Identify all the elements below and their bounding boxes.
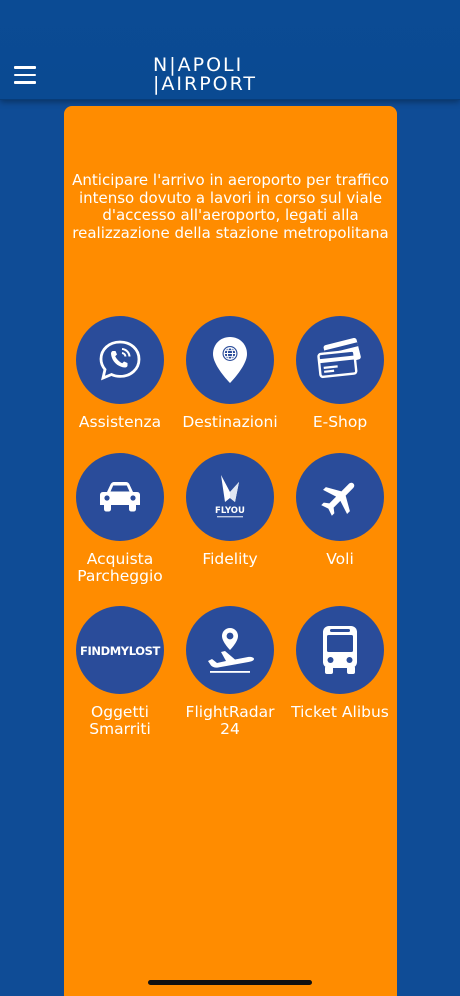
credit-cards-icon [317, 338, 361, 379]
airplane-icon [321, 482, 355, 516]
tile-circle [186, 606, 274, 694]
location-pin-globe-icon [213, 337, 247, 383]
tile-flightradar24[interactable]: FlightRadar 24 [174, 606, 286, 738]
tile-label: Voli [326, 550, 354, 568]
tile-circle [296, 316, 384, 404]
tile-label: Ticket Alibus [291, 703, 389, 721]
tile-label: E-Shop [312, 413, 368, 431]
tile-circle [296, 606, 384, 694]
tile-assistenza[interactable]: Assistenza [64, 316, 176, 431]
tile-circle [186, 316, 274, 404]
app-header: N|APOLI |AIRPORT [0, 0, 460, 100]
main-panel: Anticipare l'arrivo in aeroporto per tra… [64, 106, 397, 996]
flyou-logo-text: FLYOU [215, 506, 245, 516]
tile-voli[interactable]: Voli [284, 453, 396, 568]
napoli-airport-logo: N|APOLI |AIRPORT [153, 56, 315, 94]
tile-label: Destinazioni [182, 413, 278, 431]
tile-e-shop[interactable]: E-Shop [284, 316, 396, 431]
tile-label: Oggetti Smarriti [89, 703, 151, 738]
tile-label: Acquista Parcheggio [77, 550, 163, 585]
tile-fidelity[interactable]: FLYOU Fidelity [174, 453, 286, 568]
tile-ticket-alibus[interactable]: Ticket Alibus [284, 606, 396, 721]
tile-oggetti-smarriti[interactable]: FINDMYLOST Oggetti Smarriti [64, 606, 176, 738]
tile-circle: FLYOU [186, 453, 274, 541]
car-icon [100, 482, 140, 512]
hamburger-menu-icon[interactable] [14, 66, 36, 84]
plane-location-icon [208, 628, 254, 673]
tile-label: Fidelity [202, 550, 258, 568]
tile-circle [296, 453, 384, 541]
tile-acquista-parcheggio[interactable]: Acquista Parcheggio [64, 453, 176, 585]
traffic-notice: Anticipare l'arrivo in aeroporto per tra… [72, 171, 389, 242]
findmylost-logo-text: FINDMYLOST [80, 644, 160, 658]
tile-circle [76, 453, 164, 541]
findmylost-logo-icon: FINDMYLOST [80, 644, 161, 658]
tile-circle: FINDMYLOST [76, 606, 164, 694]
home-indicator [148, 980, 312, 985]
flyou-logo-icon: FLYOU [215, 475, 245, 518]
logo-line-2: |AIRPORT [153, 73, 258, 95]
phone-chat-icon [99, 340, 141, 381]
tile-destinazioni[interactable]: Destinazioni [174, 316, 286, 431]
tile-label: Assistenza [78, 413, 162, 431]
bus-icon [323, 626, 357, 674]
tile-circle [76, 316, 164, 404]
tile-label: FlightRadar 24 [185, 703, 275, 738]
